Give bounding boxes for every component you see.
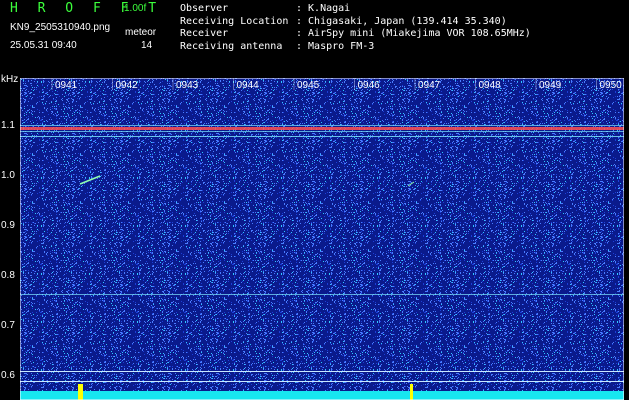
carrier-edge-top: [20, 125, 624, 126]
info-key: Receiving Location: [180, 15, 289, 27]
y-tick-label: 0.7: [1, 320, 15, 331]
info-value: : K.Nagai: [296, 3, 351, 14]
steady-line-upper: [20, 136, 624, 137]
info-row-observer: Observer : K.Nagai: [180, 3, 531, 16]
meteor-count-value: 14: [141, 40, 153, 51]
y-tick-label: 1.1: [1, 120, 15, 131]
time-tick-label: 0942: [115, 80, 138, 91]
spectrogram-canvas: [20, 78, 624, 400]
capture-timestamp: 25.05.31 09:40: [10, 40, 77, 51]
time-tick-label: 0948: [478, 80, 501, 91]
info-value: : Chigasaki, Japan (139.414 35.340): [296, 15, 507, 27]
y-tick-label: 0.8: [1, 270, 15, 281]
time-tick-label: 0947: [418, 80, 441, 91]
info-row-location: Receiving Location : Chigasaki, Japan (13…: [180, 16, 531, 29]
y-tick-label: 0.9: [1, 220, 15, 231]
carrier-line: [20, 127, 624, 130]
carrier-edge-bottom: [20, 131, 624, 132]
time-tick-label: 0950: [599, 80, 622, 91]
y-tick-label: 1.0: [1, 170, 15, 181]
spectrogram: [20, 78, 624, 400]
spectrogram-background: [20, 78, 624, 400]
info-value: : AirSpy mini (Miakejima VOR 108.65MHz): [296, 28, 531, 39]
station-info: Observer : K.Nagai Receiving Location : Ch…: [180, 3, 531, 53]
time-tick-label: 0949: [539, 80, 562, 91]
info-row-receiver: Receiver : AirSpy mini (Miakejima VOR 108…: [180, 28, 531, 41]
time-tick-label: 0943: [176, 80, 199, 91]
info-row-antenna: Receiving antenna : Maspro FM-3: [180, 41, 531, 54]
time-tick-label: 0944: [236, 80, 259, 91]
steady-line-bottom: [20, 381, 624, 382]
bottom-band: [20, 391, 624, 400]
image-filename: KN9_2505310940.png: [10, 22, 111, 33]
spike-mark: [80, 384, 83, 400]
time-tick-label: 0946: [357, 80, 380, 91]
info-key: Receiver: [180, 28, 229, 39]
steady-line-lower: [20, 371, 624, 372]
steady-line-middle: [20, 294, 624, 295]
y-axis-unit: kHz: [1, 74, 19, 85]
app-version: 1.00f: [124, 3, 147, 14]
spike-mark: [410, 384, 413, 400]
header-panel: H R O F F T 1.00f KN9_2505310940.png 25.…: [0, 0, 629, 75]
info-value: : Maspro FM-3: [296, 40, 375, 52]
info-key: Receiving antenna: [180, 40, 283, 52]
info-key: Observer: [180, 3, 229, 14]
time-tick-label: 0941: [55, 80, 78, 91]
y-tick-label: 0.6: [1, 370, 15, 381]
meteor-count-label: meteor: [125, 27, 157, 38]
time-tick-label: 0945: [297, 80, 320, 91]
